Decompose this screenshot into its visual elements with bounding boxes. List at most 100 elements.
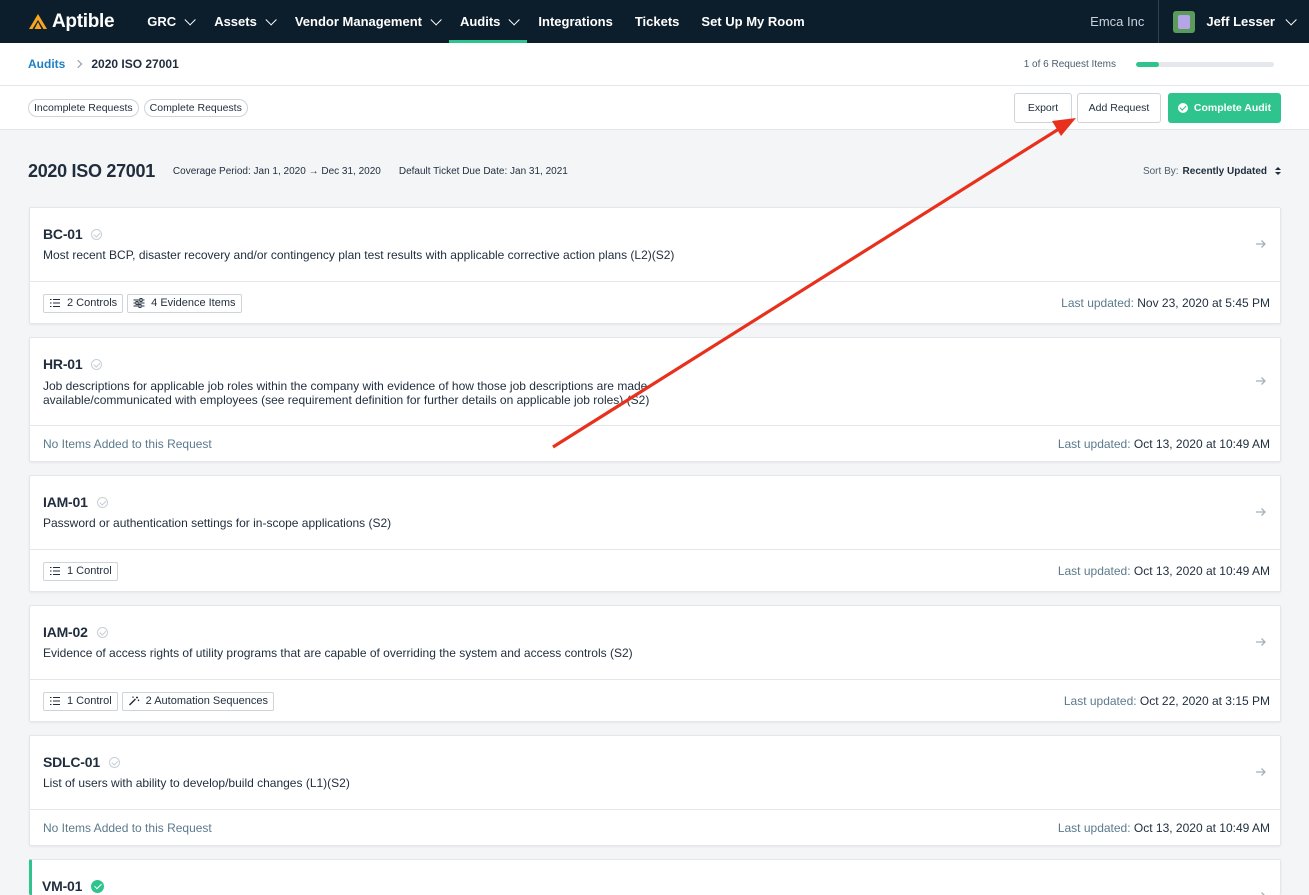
audit-header: 2020 ISO 27001 Coverage Period: Jan 1, 2… [28, 158, 1281, 184]
request-description: Job descriptions for applicable job role… [43, 379, 650, 407]
default-due-date: Default Ticket Due Date: Jan 31, 2021 [398, 165, 568, 177]
incomplete-check-icon [108, 756, 120, 768]
chevron-down-icon [184, 13, 196, 26]
breadcrumb-audits-link[interactable]: Audits [28, 57, 65, 71]
user-name: Jeff Lesser [1206, 14, 1275, 29]
last-updated-label: Last updated: [1061, 296, 1134, 310]
request-card[interactable]: IAM-02 Evidence of access rights of util… [29, 605, 1281, 722]
incomplete-check-icon [91, 358, 103, 370]
last-updated: Last updated: Oct 13, 2020 at 10:49 AM [1058, 821, 1270, 835]
incomplete-check-icon [96, 496, 108, 508]
no-items-text: No Items Added to this Request [43, 821, 212, 835]
card-footer: 1 Control Last updated: Oct 13, 2020 at … [30, 550, 1280, 592]
incomplete-check-icon [96, 626, 108, 638]
chevron-down-icon [265, 13, 277, 26]
request-id-text: IAM-02 [43, 624, 88, 640]
progress-text: 1 of 6 Request Items [1023, 58, 1116, 70]
request-card[interactable]: HR-01 Job descriptions for applicable jo… [29, 337, 1281, 462]
chevron-down-icon [1285, 13, 1297, 26]
top-navbar: Aptible GRC Assets Vendor Management Aud… [0, 0, 1309, 43]
card-header: IAM-02 Evidence of access rights of util… [30, 606, 1280, 680]
coverage-period: Coverage Period: Jan 1, 2020 → Dec 31, 2… [172, 165, 381, 177]
nav-label: Integrations [538, 14, 613, 29]
arrow-right-icon[interactable] [1255, 766, 1267, 778]
request-id: HR-01 [43, 356, 103, 372]
request-description: Most recent BCP, disaster recovery and/o… [43, 248, 675, 262]
nav-item-integrations[interactable]: Integrations [527, 0, 623, 43]
last-updated: Last updated: Oct 22, 2020 at 3:15 PM [1064, 694, 1270, 708]
arrow-right-icon[interactable] [1255, 375, 1267, 387]
complete-audit-label: Complete Audit [1193, 101, 1272, 114]
request-description: List of users with ability to develop/bu… [43, 776, 350, 790]
filter-incomplete-requests[interactable]: Incomplete Requests [28, 98, 139, 117]
arrow-right-icon[interactable] [1255, 636, 1267, 648]
progress-bar-fill [1136, 61, 1160, 67]
sliders-icon [133, 298, 145, 308]
controls-tag[interactable]: 2 Controls [43, 293, 124, 313]
last-updated: Last updated: Oct 13, 2020 at 10:49 AM [1058, 564, 1270, 578]
export-button[interactable]: Export [1014, 92, 1072, 123]
nav-item-tickets[interactable]: Tickets [624, 0, 691, 43]
sort-dropdown[interactable]: Sort By: Recently Updated [1143, 166, 1281, 177]
request-id: VM-01 [42, 878, 105, 894]
last-updated: Last updated: Oct 13, 2020 at 10:49 AM [1058, 437, 1270, 451]
controls-tag[interactable]: 1 Control [43, 691, 118, 711]
last-updated-time: Oct 22, 2020 at 3:15 PM [1139, 694, 1270, 708]
nav-label: Assets [214, 14, 257, 29]
magic-wand-icon [128, 696, 139, 706]
user-menu[interactable]: Jeff Lesser [1159, 10, 1309, 33]
aptible-logo[interactable]: Aptible [28, 10, 115, 33]
card-header: VM-01 [32, 860, 1280, 895]
nav-label: Set Up My Room [701, 14, 805, 29]
request-id: IAM-02 [43, 624, 108, 640]
org-name[interactable]: Emca Inc [1090, 0, 1160, 43]
request-card[interactable]: VM-01 [29, 859, 1281, 895]
add-request-button[interactable]: Add Request [1077, 92, 1161, 123]
request-card[interactable]: BC-01 Most recent BCP, disaster recovery… [29, 207, 1281, 324]
breadcrumb-bar: Audits 2020 ISO 27001 1 of 6 Request Ite… [0, 43, 1309, 86]
chevron-down-icon [508, 13, 521, 26]
card-header: SDLC-01 List of users with ability to de… [30, 736, 1280, 810]
last-updated-time: Oct 13, 2020 at 10:49 AM [1133, 564, 1270, 578]
sort-label: Sort By: [1142, 165, 1179, 177]
filter-complete-requests[interactable]: Complete Requests [143, 98, 248, 117]
arrow-right-icon[interactable] [1255, 506, 1267, 518]
complete-audit-button[interactable]: Complete Audit [1168, 92, 1281, 123]
arrow-right-icon[interactable] [1255, 890, 1267, 895]
chevron-right-icon [74, 59, 83, 69]
no-items-text: No Items Added to this Request [43, 437, 212, 451]
brand-name: Aptible [52, 10, 115, 32]
card-header: IAM-01 Password or authentication settin… [30, 476, 1280, 550]
nav-item-audits[interactable]: Audits [448, 0, 528, 43]
last-updated-label: Last updated: [1063, 694, 1137, 708]
audit-actions: Export Add Request Complete Audit [1014, 92, 1281, 123]
nav-item-vendor-management[interactable]: Vendor Management [284, 0, 449, 43]
card-header: HR-01 Job descriptions for applicable jo… [30, 338, 1280, 426]
request-id: BC-01 [43, 226, 103, 242]
evidence-items-tag[interactable]: 4 Evidence Items [127, 293, 242, 313]
request-card[interactable]: SDLC-01 List of users with ability to de… [29, 735, 1281, 846]
nav-item-grc[interactable]: GRC [136, 0, 203, 43]
request-progress: 1 of 6 Request Items [1024, 59, 1274, 70]
nav-label: Vendor Management [294, 14, 422, 29]
tag-label: 2 Controls [67, 297, 118, 309]
aptible-logo-icon [29, 13, 47, 29]
arrow-right-icon[interactable] [1255, 238, 1267, 250]
complete-check-icon [91, 879, 105, 893]
nav-item-set-up-my-room[interactable]: Set Up My Room [690, 0, 815, 43]
list-icon [50, 298, 60, 308]
progress-bar [1136, 61, 1274, 67]
controls-tag[interactable]: 1 Control [43, 561, 118, 581]
card-footer: 1 Control 2 Automation Sequences Last up… [30, 680, 1280, 722]
last-updated-label: Last updated: [1057, 821, 1131, 835]
chevron-down-icon [430, 13, 442, 26]
page-title: 2020 ISO 27001 [28, 160, 155, 181]
automation-sequences-tag[interactable]: 2 Automation Sequences [121, 691, 274, 711]
request-card[interactable]: IAM-01 Password or authentication settin… [29, 475, 1281, 592]
request-id-text: HR-01 [43, 356, 83, 372]
last-updated-time: Nov 23, 2020 at 5:45 PM [1137, 296, 1270, 310]
breadcrumb-current: 2020 ISO 27001 [91, 57, 179, 71]
nav-item-assets[interactable]: Assets [203, 0, 284, 43]
list-icon [50, 696, 60, 706]
card-footer: No Items Added to this Request Last upda… [30, 426, 1280, 462]
